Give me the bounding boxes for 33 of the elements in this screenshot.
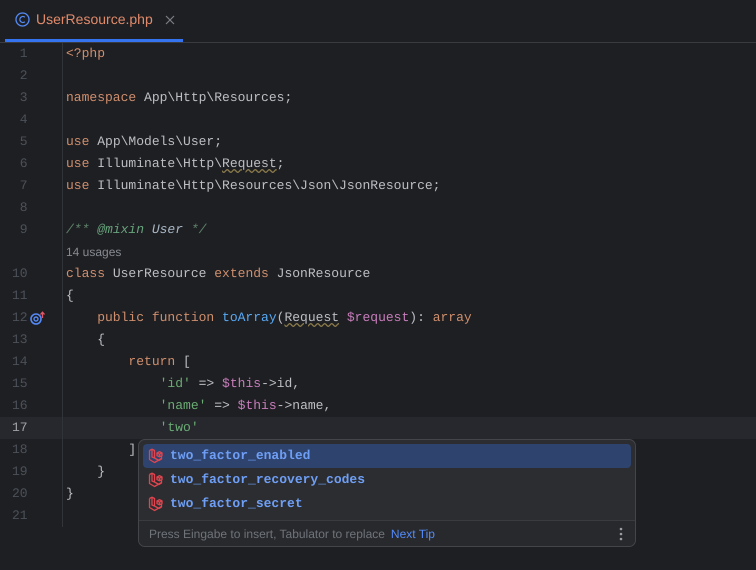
more-icon[interactable] — [619, 526, 623, 540]
line-number: 17 — [10, 419, 28, 438]
tab-title: UserResource.php — [36, 10, 153, 29]
code-line: 'name' => $this->name, — [158, 397, 332, 415]
code-line: ] — [127, 441, 136, 459]
cube-icon — [148, 448, 164, 464]
usages-hint[interactable]: 14 usages — [63, 241, 122, 263]
code-line: 'two' — [158, 419, 199, 437]
completion-item[interactable]: two_factor_recovery_codes — [143, 468, 631, 492]
code-line: /** @mixin User */ — [65, 221, 206, 239]
code-line: <?php — [65, 45, 106, 63]
code-line: use Illuminate\Http\Resources\Json\JsonResource; — [65, 177, 440, 195]
code-line: return [ — [127, 353, 191, 371]
file-tab[interactable]: UserResource.php — [5, 0, 183, 42]
close-icon[interactable] — [164, 14, 175, 24]
code-line: use App\Models\User; — [65, 133, 222, 151]
cube-icon — [148, 496, 164, 512]
code-line: } — [96, 463, 106, 481]
next-tip-link[interactable]: Next Tip — [390, 524, 435, 542]
class-icon — [15, 12, 30, 27]
cube-icon — [148, 472, 164, 488]
target-arrow-icon[interactable] — [30, 311, 46, 325]
code-line: class UserResource extends JsonResource — [65, 265, 370, 283]
completion-item[interactable]: two_factor_secret — [143, 492, 631, 516]
completion-item[interactable]: two_factor_enabled — [143, 444, 631, 468]
code-line: { — [96, 331, 106, 349]
code-line: namespace App\Http\Resources; — [65, 89, 292, 107]
code-line: { — [65, 287, 74, 305]
code-line: 'id' => $this->id, — [158, 375, 300, 393]
code-line: } — [65, 485, 74, 503]
code-line: use Illuminate\Http\Request; — [65, 155, 284, 173]
completion-hint: Press Eingabe to insert, Tabulator to replace — [149, 526, 385, 542]
code-line: public function toArray(Request $request): array — [96, 309, 472, 327]
